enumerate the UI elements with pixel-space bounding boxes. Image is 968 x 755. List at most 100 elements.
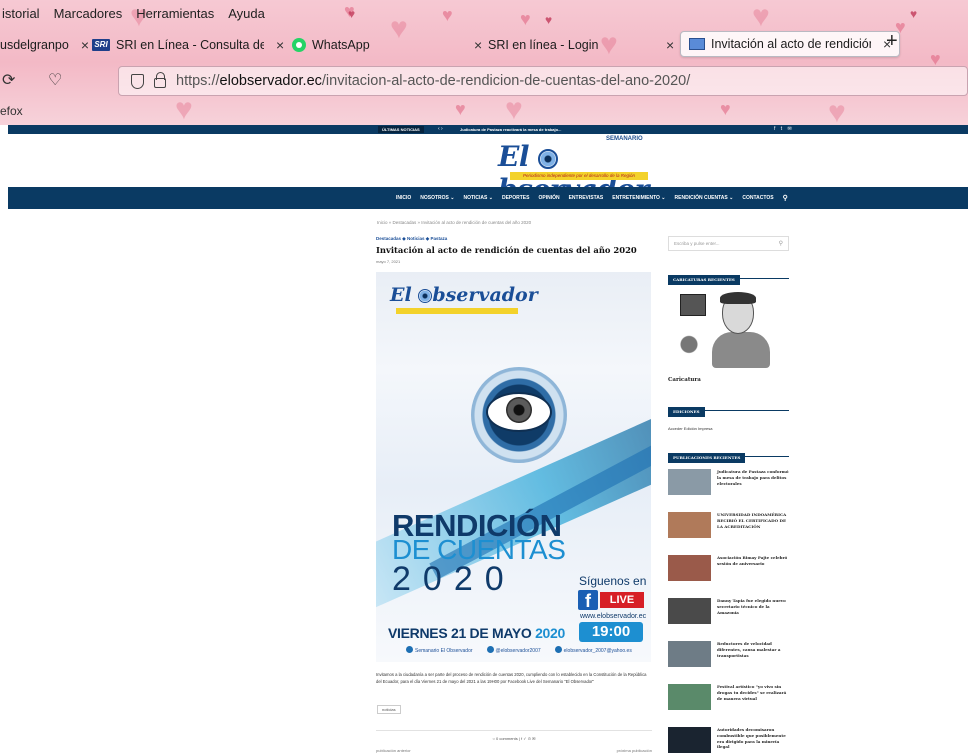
nav-entretenimiento[interactable]: Entretenimiento ⌄ [612,195,665,201]
poster-social-label: elobservador_2007@yahoo.es [563,648,632,654]
live-badge: LIVE [600,592,644,608]
recent-post-thumbnail[interactable] [668,598,711,624]
email-icon [554,646,562,653]
recent-post[interactable]: Asociación Rimay Pajte celebró sesión de… [668,555,789,589]
recent-post-title[interactable]: Asociación Rimay Pajte celebró sesión de… [717,555,789,567]
recent-post-title[interactable]: UNIVERSIDAD INDOAMÉRICA RECIBIÓ EL CERTI… [717,512,789,529]
recent-post-title[interactable]: Reductores de velocidad diferentes, caus… [717,641,789,658]
nav-nosotros[interactable]: Nosotros ⌄ [420,195,454,201]
tab-label: WhatsApp [312,38,370,52]
top-news-strip: ÚLTIMAS NOTICIAS ‹ › Judicatura de Pasta… [8,125,968,134]
nav-contactos[interactable]: Contactos [742,195,773,201]
nav-deportes[interactable]: Deportes [502,195,530,201]
news-ticker[interactable]: Judicatura de Pastaza reactivará la mesa… [460,125,561,134]
poster-time: 19:00 [579,622,643,642]
close-tab-icon[interactable]: × [474,37,482,53]
tab-bar: usdelgranpo × SRI SRI en Línea - Consult… [0,31,968,57]
tab-label: usdelgranpo [0,38,69,52]
tracking-shield-icon[interactable] [131,73,144,89]
cartoon-hair [720,292,756,304]
tab-sri-login[interactable]: SRI en línea - Login × [488,33,674,57]
cartoon-plant [676,334,702,360]
heart-decoration: ♥ [455,99,466,119]
article-poster-image: El bservador RENDICIÓN DE CUENTAS 2020 S… [376,272,651,662]
bookmark-fragment[interactable]: efox [0,104,23,118]
printed-edition-link[interactable]: Acceder Edición Impresa [668,426,712,431]
tab-sri-consulta[interactable]: SRI SRI en Línea - Consulta de estad × [92,33,284,57]
sidebar-heading-cartoons: CARICATURAS RECIENTES [668,268,789,285]
poster-social-row: Semanario El Observador @elobservador200… [406,646,632,654]
recent-post-thumbnail[interactable] [668,555,711,581]
forward-icon[interactable]: ⟳ [2,70,15,90]
nav-opinion[interactable]: Opinión [538,195,559,201]
article-title: Invitación al acto de rendición de cuent… [376,245,637,255]
menu-history[interactable]: istorial [0,6,42,26]
recent-post[interactable]: Judicatura de Pastaza conformó la mesa d… [668,469,789,503]
new-tab-button[interactable]: + [886,30,898,53]
search-icon[interactable]: ⚲ [783,194,788,202]
search-icon[interactable]: ⚲ [779,240,783,247]
close-tab-icon[interactable]: × [81,37,89,53]
recent-post-title[interactable]: Autoridades decomisaron combustible que … [717,727,789,750]
heart-decoration: ♥ [752,0,770,33]
cartoon-label[interactable]: Caricatura [668,377,701,383]
navigation-row: ⟳ ♡ https://elobservador.ec/invitacion-a… [0,66,968,96]
recent-post-title[interactable]: Festival artístico "yo vivo sin drogas t… [717,684,789,701]
url-host: elobservador.ec [219,73,322,89]
poster-logo-pre: El [390,284,419,306]
main-nav: Inicio Nosotros ⌄ Noticias ⌄ Deportes Op… [8,187,968,209]
eye-icon [538,149,559,169]
heading-label: CARICATURAS RECIENTES [668,275,740,285]
article-body: Invitamos a la ciudadanía a ser parte de… [376,672,647,684]
sri-icon: SRI [92,39,110,51]
post-navigation: publicación anterior próxima publicación [376,748,652,753]
social-icons[interactable]: f t ✉ [774,125,794,134]
sidebar-search-input[interactable]: Escriba y pulse enter... ⚲ [668,236,789,251]
menu-bookmarks[interactable]: Marcadores [52,6,125,26]
recent-post-thumbnail[interactable] [668,684,711,710]
browser-chrome: ♥ ♥ ♥ ♥ ♥ ♥ ♥ ♥ ♥ ♥ ♥ ♥ ♥ ♥ ♥ ♥ ♥ istori… [0,0,968,125]
breadcrumb[interactable]: Inicio » Destacadas » Invitación al acto… [377,220,531,225]
heart-decoration: ♥ [505,93,523,125]
article-categories[interactable]: Destacadas ◆ Noticias ◆ Pastaza [376,236,652,242]
recent-post[interactable]: Autoridades decomisaron combustible que … [668,727,789,755]
recent-post[interactable]: Reductores de velocidad diferentes, caus… [668,641,789,675]
recent-post[interactable]: Festival artístico "yo vivo sin drogas t… [668,684,789,718]
nav-inicio[interactable]: Inicio [396,195,411,201]
logo-tagline: Periodismo independiente por el desarrol… [510,172,648,180]
recent-post-thumbnail[interactable] [668,512,711,538]
close-tab-icon[interactable]: × [666,37,674,53]
poster-date-text: VIERNES 21 DE MAYO [388,625,536,641]
recent-post[interactable]: UNIVERSIDAD INDOAMÉRICA RECIBIÓ EL CERTI… [668,512,789,546]
recent-post-thumbnail[interactable] [668,641,711,667]
article-tag[interactable]: noticias [377,705,401,714]
url-text: https://elobservador.ec/invitacion-al-ac… [176,73,690,89]
tab-usdelgranpo[interactable]: usdelgranpo × [0,33,89,57]
recent-post[interactable]: Danny Tapia fue elegido nuevo secretario… [668,598,789,632]
recent-post-title[interactable]: Judicatura de Pastaza conformó la mesa d… [717,469,789,486]
tab-label: Invitación al acto de rendición d [711,37,871,51]
cartoon-image[interactable] [668,286,789,372]
ticker-arrows[interactable]: ‹ › [438,125,443,134]
recent-post-title[interactable]: Danny Tapia fue elegido nuevo secretario… [717,598,789,615]
share-row[interactable]: ○ 0 comments | f ✓ ⊙ ✉ [376,730,652,741]
menu-help[interactable]: Ayuda [226,6,267,26]
nav-entrevistas[interactable]: Entrevistas [569,195,604,201]
previous-post-link[interactable]: publicación anterior [376,748,411,753]
tab-whatsapp[interactable]: WhatsApp × [292,33,482,57]
lock-icon[interactable] [154,72,166,88]
tab-invitacion[interactable]: Invitación al acto de rendición d × [680,31,901,57]
search-placeholder: Escriba y pulse enter... [674,241,720,246]
nav-rendicion-cuentas[interactable]: Rendición Cuentas ⌄ [675,195,734,201]
close-tab-icon[interactable]: × [276,37,284,53]
heart-decoration: ♥ [520,9,531,29]
poster-year: 2020 [392,560,516,598]
nav-noticias[interactable]: Noticias ⌄ [463,195,492,201]
menu-tools[interactable]: Herramientas [134,6,216,26]
address-bar[interactable]: https://elobservador.ec/invitacion-al-ac… [118,66,968,96]
site-logo[interactable]: SEMANARIO El bservador Periodismo indepe… [498,136,668,206]
logo-text-pre: El [498,140,539,173]
next-post-link[interactable]: próxima publicación [617,748,652,753]
recent-post-thumbnail[interactable] [668,727,711,753]
recent-post-thumbnail[interactable] [668,469,711,495]
